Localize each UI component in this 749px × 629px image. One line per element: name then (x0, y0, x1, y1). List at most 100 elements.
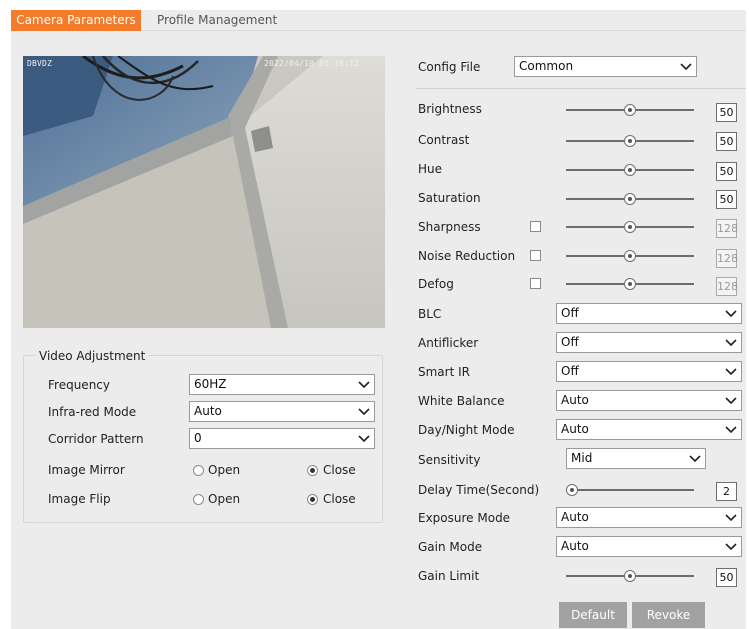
day-night-mode-select[interactable]: Auto (556, 419, 742, 440)
saturation-label: Saturation (418, 191, 481, 205)
white-balance-value: Auto (561, 393, 589, 407)
defog-label: Defog (418, 277, 454, 291)
defog-slider[interactable] (566, 276, 694, 292)
chevron-down-icon (725, 397, 737, 405)
camera-frame-image (23, 56, 385, 328)
chevron-down-icon (725, 514, 737, 522)
divider (416, 88, 746, 89)
chevron-down-icon (689, 455, 701, 463)
gain-mode-select[interactable]: Auto (556, 536, 742, 557)
slider-thumb[interactable] (566, 484, 579, 496)
defog-value[interactable]: 128 (716, 277, 738, 296)
noise-reduction-checkbox[interactable] (530, 250, 541, 261)
frequency-value: 60HZ (194, 377, 227, 391)
image-mirror-open-radio[interactable] (193, 465, 204, 476)
sharpness-slider[interactable] (566, 219, 694, 235)
day-night-mode-value: Auto (561, 422, 589, 436)
gain-mode-label: Gain Mode (418, 540, 483, 554)
default-button[interactable]: Default (559, 602, 627, 628)
exposure-mode-label: Exposure Mode (418, 511, 511, 525)
brightness-value[interactable]: 50 (716, 103, 737, 122)
exposure-mode-select[interactable]: Auto (556, 507, 742, 528)
hue-slider[interactable] (566, 162, 694, 178)
gain-limit-slider[interactable] (566, 568, 694, 584)
slider-thumb[interactable] (624, 164, 636, 176)
corridor-pattern-value: 0 (194, 431, 202, 445)
config-file-value: Common (519, 59, 574, 73)
gain-limit-label: Gain Limit (418, 569, 480, 583)
delay-time-slider[interactable] (566, 482, 694, 498)
gain-limit-value[interactable]: 50 (716, 568, 737, 587)
sensitivity-select[interactable]: Mid (566, 448, 706, 469)
image-mirror-close-radio[interactable] (307, 465, 318, 476)
video-adjustment-title: Video Adjustment (35, 349, 150, 363)
video-preview: DBVDZ 2022/04/10 05:16:12 (23, 56, 385, 328)
contrast-value[interactable]: 50 (716, 132, 737, 151)
tab-profile-management[interactable]: Profile Management (149, 10, 285, 31)
image-flip-open-label: Open (208, 492, 241, 506)
osd-channel-name: DBVDZ (27, 59, 53, 68)
slider-track (566, 489, 694, 491)
exposure-mode-value: Auto (561, 510, 589, 524)
osd-timestamp: 2022/04/10 05:16:12 (264, 59, 360, 68)
hue-label: Hue (418, 162, 443, 176)
slider-thumb[interactable] (624, 221, 636, 233)
noise-reduction-value[interactable]: 128 (716, 249, 738, 268)
corridor-pattern-select[interactable]: 0 (189, 428, 375, 449)
blc-label: BLC (418, 307, 442, 321)
saturation-value[interactable]: 50 (716, 190, 737, 209)
sensitivity-value: Mid (571, 451, 593, 465)
chevron-down-icon (358, 381, 370, 389)
config-file-select[interactable]: Common (514, 56, 697, 77)
tab-camera-parameters[interactable]: Camera Parameters (11, 10, 141, 31)
saturation-slider[interactable] (566, 191, 694, 207)
white-balance-select[interactable]: Auto (556, 390, 742, 411)
day-night-mode-label: Day/Night Mode (418, 423, 515, 437)
antiflicker-select[interactable]: Off (556, 332, 742, 353)
smart-ir-select[interactable]: Off (556, 361, 742, 382)
delay-time-value[interactable]: 2 (716, 482, 737, 501)
chevron-down-icon (725, 426, 737, 434)
blc-select[interactable]: Off (556, 303, 742, 324)
brightness-slider[interactable] (566, 102, 694, 118)
chevron-down-icon (680, 63, 692, 71)
gain-mode-value: Auto (561, 539, 589, 553)
revoke-button[interactable]: Revoke (632, 602, 705, 628)
image-flip-close-label: Close (323, 492, 356, 506)
slider-thumb[interactable] (624, 135, 636, 147)
slider-thumb[interactable] (624, 104, 636, 116)
contrast-slider[interactable] (566, 133, 694, 149)
sharpness-label: Sharpness (418, 220, 481, 234)
blc-value: Off (561, 306, 579, 320)
tab-bar: Camera Parameters Profile Management (11, 10, 746, 31)
noise-reduction-label: Noise Reduction (418, 249, 516, 263)
smart-ir-value: Off (561, 364, 579, 378)
frequency-select[interactable]: 60HZ (189, 374, 375, 395)
contrast-label: Contrast (418, 133, 470, 147)
corridor-pattern-label: Corridor Pattern (48, 432, 144, 446)
image-flip-label: Image Flip (48, 492, 111, 506)
slider-thumb[interactable] (624, 250, 636, 262)
slider-thumb[interactable] (624, 570, 636, 582)
main-panel: DBVDZ 2022/04/10 05:16:12 Video Adjustme… (11, 31, 746, 629)
config-file-label: Config File (418, 60, 481, 74)
chevron-down-icon (358, 435, 370, 443)
antiflicker-label: Antiflicker (418, 336, 479, 350)
slider-thumb[interactable] (624, 193, 636, 205)
delay-time-label: Delay Time(Second) (418, 483, 540, 497)
sharpness-value[interactable]: 128 (716, 219, 738, 238)
chevron-down-icon (358, 408, 370, 416)
hue-value[interactable]: 50 (716, 162, 737, 181)
defog-checkbox[interactable] (530, 278, 541, 289)
antiflicker-value: Off (561, 335, 579, 349)
noise-reduction-slider[interactable] (566, 248, 694, 264)
infrared-mode-label: Infra-red Mode (48, 405, 137, 419)
image-mirror-open-label: Open (208, 463, 241, 477)
image-flip-open-radio[interactable] (193, 494, 204, 505)
frequency-label: Frequency (48, 378, 110, 392)
smart-ir-label: Smart IR (418, 365, 470, 379)
image-flip-close-radio[interactable] (307, 494, 318, 505)
sharpness-checkbox[interactable] (530, 221, 541, 232)
slider-thumb[interactable] (624, 278, 636, 290)
infrared-mode-select[interactable]: Auto (189, 401, 375, 422)
